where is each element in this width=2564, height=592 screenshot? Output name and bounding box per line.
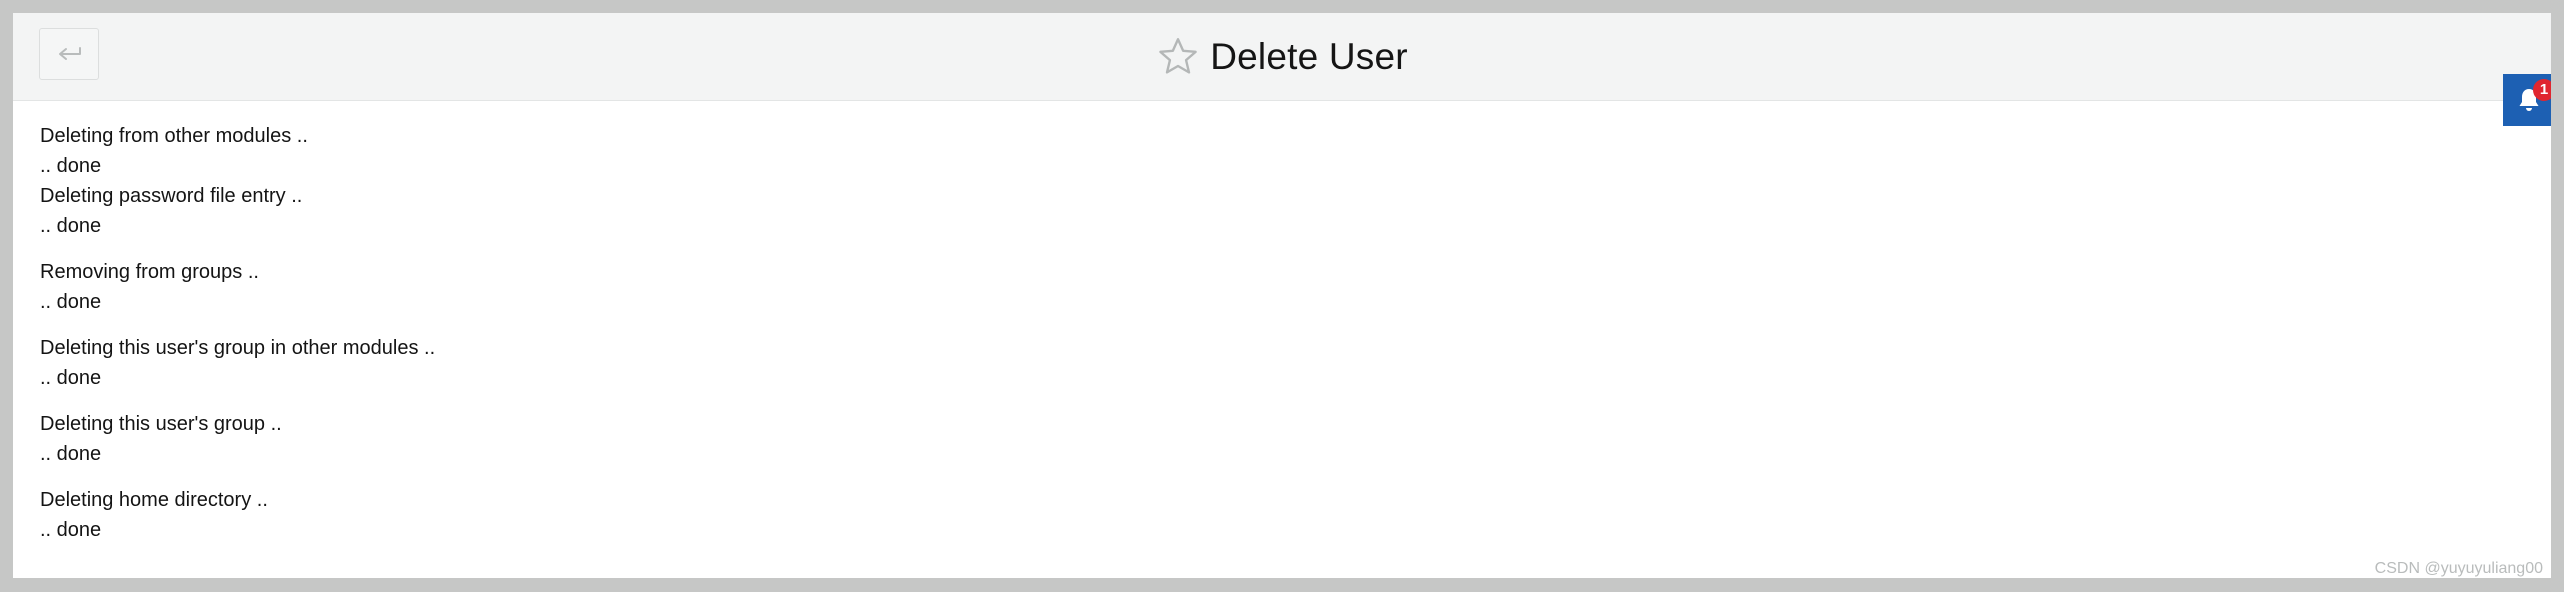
deletion-log: Deleting from other modules .. .. done D… (40, 121, 435, 561)
title-area: Delete User (13, 13, 2551, 101)
log-group: Deleting from other modules .. .. done (40, 121, 435, 181)
app-frame: Delete User Deleting from other modules … (13, 13, 2551, 578)
log-line: Deleting from other modules .. (40, 125, 308, 147)
log-line: .. done (40, 155, 102, 177)
log-line: .. done (40, 443, 102, 465)
log-line: Deleting this user's group in other modu… (40, 337, 436, 359)
log-group: Removing from groups .. .. done (40, 257, 435, 317)
log-line: .. done (40, 367, 102, 389)
log-group: Deleting password file entry .. .. done (40, 181, 435, 241)
log-line: Deleting password file entry .. (40, 185, 303, 207)
log-group: Deleting this user's group in other modu… (40, 333, 435, 393)
page-title: Delete User (1210, 36, 1408, 77)
log-line: Removing from groups .. (40, 261, 259, 283)
star-outline-icon[interactable] (1156, 35, 1200, 79)
page-header: Delete User (13, 13, 2551, 101)
notification-count-badge: 1 (2533, 79, 2551, 101)
log-line: .. done (40, 519, 102, 541)
log-line: .. done (40, 291, 102, 313)
log-line: .. done (40, 215, 102, 237)
log-group: Deleting home directory .. .. done (40, 485, 435, 545)
watermark: CSDN @yuyuyuliang00 (2374, 560, 2543, 577)
log-line: Deleting this user's group .. (40, 413, 282, 435)
log-group: Deleting this user's group .. .. done (40, 409, 435, 469)
notifications-button[interactable]: 1 (2503, 74, 2551, 126)
log-line: Deleting home directory .. (40, 489, 268, 511)
